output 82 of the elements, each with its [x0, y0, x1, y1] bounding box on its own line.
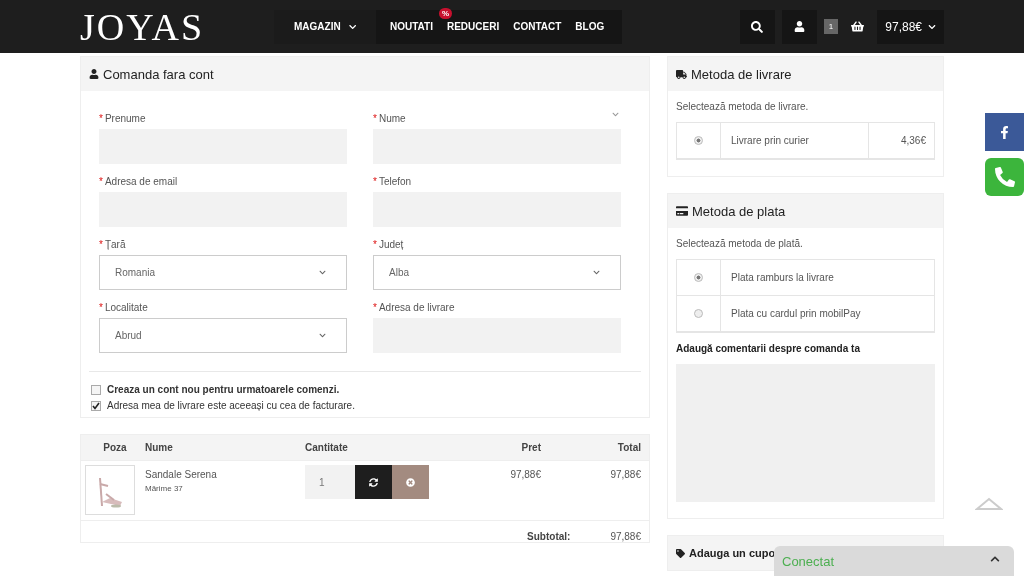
phone-icon: [994, 167, 1015, 187]
chevron-icon: [319, 269, 326, 276]
radio-button[interactable]: [694, 309, 703, 318]
option-label: Livrare prin curier: [730, 135, 810, 146]
field-label: Adresa de livrare: [378, 302, 455, 313]
field-label: Țară: [104, 239, 126, 250]
phone-button[interactable]: [985, 158, 1024, 196]
select-field[interactable]: Abrud: [99, 318, 347, 353]
select-field[interactable]: Romania: [99, 255, 347, 290]
field-label: Prenume: [104, 113, 146, 124]
search-button[interactable]: [739, 9, 775, 44]
chevron-icon: [612, 111, 619, 118]
search-icon: [751, 20, 764, 33]
user-icon: [793, 21, 805, 32]
nav-dropdown[interactable]: MAGAZIN: [274, 9, 376, 44]
hint-text: Selectează metoda de livrare.: [676, 101, 810, 112]
required-mark: *: [373, 176, 377, 187]
quantity-field[interactable]: 1: [305, 465, 355, 499]
card-title: Metoda de livrare: [691, 66, 792, 82]
checkbox-label: Adresa mea de livrare este aceeași cu cea de facturare.: [107, 400, 355, 411]
product-name[interactable]: Sandale Serena: [145, 469, 305, 480]
price-cell-text: 97,88€: [509, 468, 541, 480]
chevron-icon: [928, 22, 936, 31]
checkbox[interactable]: [91, 384, 101, 395]
select-field[interactable]: Alba: [373, 255, 621, 290]
required-mark: *: [373, 239, 377, 250]
sale-badge: %: [438, 8, 453, 19]
basket-icon[interactable]: [851, 20, 865, 33]
field-label: Adresa de email: [104, 176, 178, 187]
checkbox-label: Creaza un cont nou pentru urmatoarele comenzi.: [107, 384, 340, 395]
logo[interactable]: JOYAS: [80, 4, 274, 49]
back-to-top-icon[interactable]: [975, 497, 1003, 511]
required-mark: *: [99, 302, 103, 313]
column-header: Total: [616, 442, 641, 453]
caret-icon: [990, 554, 1000, 564]
refresh-icon: [369, 477, 378, 487]
chevron-icon: [348, 22, 356, 31]
field-label: Telefon: [378, 176, 412, 187]
checkbox[interactable]: [91, 400, 101, 411]
required-mark: *: [373, 302, 377, 313]
tag-icon: [676, 548, 685, 558]
radio-button[interactable]: [694, 273, 703, 282]
cart-total-button[interactable]: 97,88€: [877, 9, 944, 44]
facebook-icon: [998, 125, 1011, 139]
required-mark: *: [99, 113, 103, 124]
subtotal-label: Subtotal:: [527, 531, 571, 542]
facebook-button[interactable]: [985, 113, 1024, 151]
remove-icon: [406, 477, 415, 487]
card-title: Comanda fara cont: [103, 66, 214, 82]
truck-icon: [676, 68, 687, 80]
total-cell-text: 97,88€: [609, 468, 641, 480]
required-mark: *: [373, 113, 377, 124]
card-title: Adauga un cupo: [689, 547, 776, 559]
chevron-icon: [593, 269, 600, 276]
nav-link[interactable]: CONTACT: [513, 21, 562, 32]
chevron-icon: [319, 332, 326, 339]
nav-link[interactable]: NOUTATI: [390, 21, 433, 32]
user-icon: [89, 69, 99, 79]
field-label: Localitate: [104, 302, 148, 313]
account-button[interactable]: [781, 9, 817, 44]
product-thumbnail[interactable]: [85, 465, 135, 515]
option-price: 4,36€: [868, 123, 934, 158]
option-label: Plata ramburs la livrare: [730, 272, 835, 283]
required-mark: *: [99, 176, 103, 187]
column-header: Poza: [102, 442, 128, 453]
card-icon: [676, 205, 688, 217]
option-label: Plata cu cardul prin mobilPay: [730, 308, 862, 319]
hint-text: Selectează metoda de plată.: [676, 238, 804, 249]
field-label: Nume: [378, 113, 406, 124]
card-title: Metoda de plata: [692, 203, 786, 219]
nav-link[interactable]: BLOG: [575, 21, 605, 32]
radio-button[interactable]: [694, 136, 703, 145]
refresh-button[interactable]: [355, 465, 392, 499]
subtotal-value: 97,88€: [610, 531, 641, 542]
required-mark: *: [99, 239, 103, 250]
field-label: Județ: [378, 239, 404, 250]
column-header: Cantitate: [305, 442, 349, 453]
cart-count: 1: [823, 19, 839, 34]
product-size: Mărime 37: [145, 484, 184, 493]
column-header: Nume: [145, 442, 174, 453]
comment-label: Adaugă comentarii despre comanda ta: [676, 343, 861, 354]
column-header: Pret: [520, 442, 541, 453]
